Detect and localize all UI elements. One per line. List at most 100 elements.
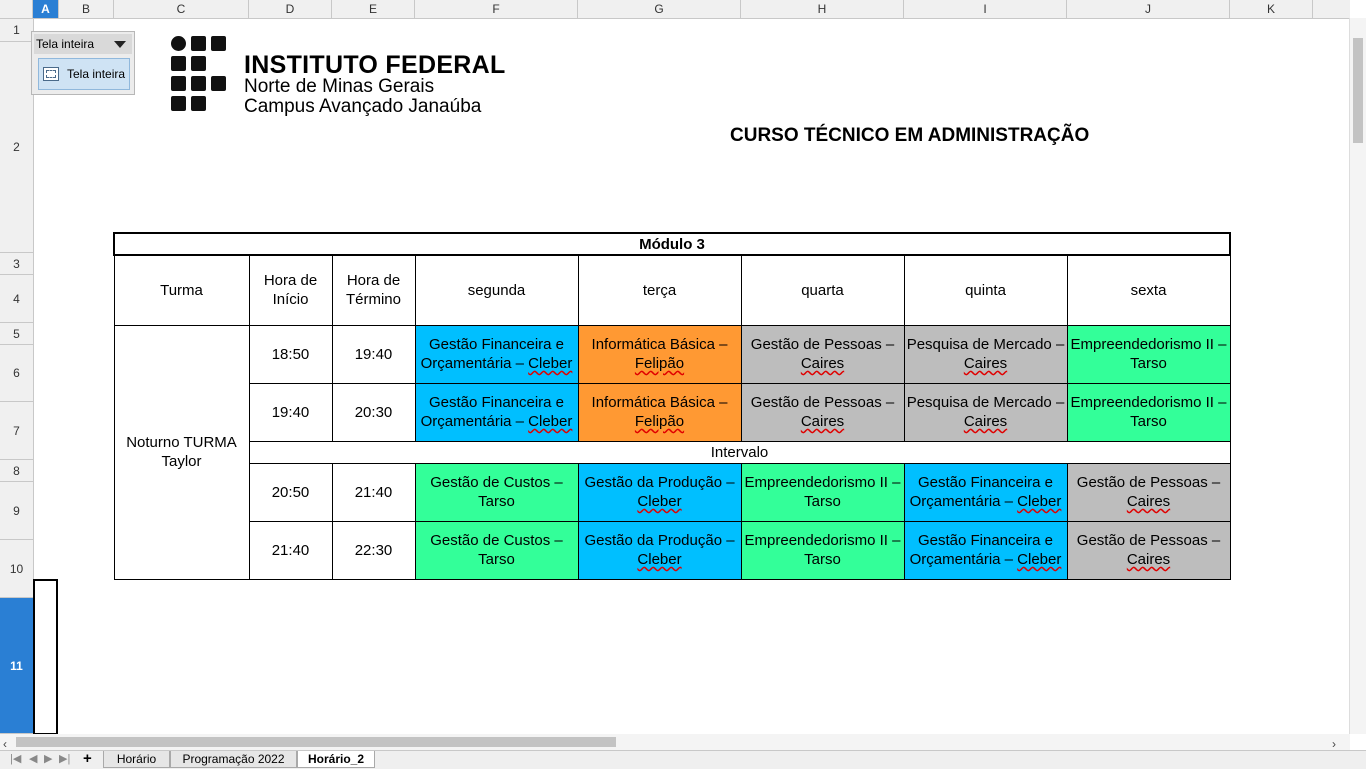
- fullscreen-toolbar-title[interactable]: Tela inteira: [34, 34, 132, 54]
- column-header-k[interactable]: K: [1230, 0, 1313, 18]
- column-header-b[interactable]: B: [59, 0, 114, 18]
- class-cell[interactable]: Gestão da Produção – Cleber: [577, 462, 742, 522]
- horizontal-scrollbar[interactable]: ‹ ›: [0, 734, 1350, 751]
- row-header-10[interactable]: 10: [0, 540, 33, 598]
- class-teacher: Cleber: [637, 551, 682, 568]
- class-teacher: Tarso: [804, 493, 841, 510]
- class-subject: Gestão de Pessoas –: [1076, 474, 1221, 491]
- class-cell[interactable]: Gestão de Pessoas – Caires: [740, 382, 905, 442]
- column-header-g[interactable]: G: [578, 0, 741, 18]
- end-time-cell[interactable]: 21:40: [331, 462, 416, 522]
- class-teacher: Cleber: [1017, 493, 1062, 510]
- class-cell[interactable]: Gestão de Custos – Tarso: [414, 520, 579, 580]
- sheet-tab-horario-2[interactable]: Horário_2: [297, 751, 375, 768]
- class-teacher: Tarso: [804, 551, 841, 568]
- institute-logo-icon: [171, 36, 233, 113]
- class-teacher: Cleber: [637, 493, 682, 510]
- sheet-tab-programacao-2022[interactable]: Programação 2022: [170, 751, 297, 768]
- class-subject: Empreendedorismo II –: [1070, 336, 1227, 353]
- header-day-segunda[interactable]: segunda: [414, 254, 579, 326]
- class-cell[interactable]: Pesquisa de Mercado – Caires: [903, 382, 1068, 442]
- class-cell[interactable]: Informática Básica – Felipão: [577, 382, 742, 442]
- start-time-cell[interactable]: 18:50: [248, 324, 333, 384]
- class-cell[interactable]: Empreendedorismo II – Tarso: [740, 462, 905, 522]
- column-header-c[interactable]: C: [114, 0, 249, 18]
- column-header-j[interactable]: J: [1067, 0, 1230, 18]
- column-header-d[interactable]: D: [249, 0, 332, 18]
- class-subject: Empreendedorismo II –: [744, 532, 901, 549]
- scroll-right-icon[interactable]: ›: [1332, 737, 1336, 751]
- start-time-cell[interactable]: 20:50: [248, 462, 333, 522]
- class-cell[interactable]: Empreendedorismo II – Tarso: [740, 520, 905, 580]
- row-header-9[interactable]: 9: [0, 482, 33, 540]
- class-subject: Informática Básica –: [591, 336, 728, 353]
- last-sheet-icon[interactable]: ▶|: [59, 752, 70, 765]
- class-cell[interactable]: Empreendedorismo II – Tarso: [1066, 382, 1231, 442]
- row-header-11[interactable]: 11: [0, 598, 33, 734]
- end-time-cell[interactable]: 20:30: [331, 382, 416, 442]
- row-header-1[interactable]: 1: [0, 19, 33, 42]
- column-header-f[interactable]: F: [415, 0, 578, 18]
- column-header-a[interactable]: A: [33, 0, 59, 18]
- class-teacher: Tarso: [1130, 355, 1167, 372]
- first-sheet-icon[interactable]: |◀: [10, 752, 21, 765]
- header-day-terca[interactable]: terça: [577, 254, 742, 326]
- class-teacher: Caires: [800, 413, 845, 430]
- class-cell[interactable]: Gestão de Pessoas – Caires: [1066, 520, 1231, 580]
- class-subject: Empreendedorismo II –: [744, 474, 901, 491]
- prev-sheet-icon[interactable]: ◀: [29, 752, 37, 765]
- row-header-6[interactable]: 6: [0, 345, 33, 402]
- header-hora-inicio[interactable]: Hora de Início: [248, 254, 333, 326]
- row-header-4[interactable]: 4: [0, 275, 33, 323]
- column-header-i[interactable]: I: [904, 0, 1067, 18]
- vertical-scroll-thumb[interactable]: [1353, 38, 1363, 143]
- sheet-tab-bar: |◀ ◀ ▶ ▶| + Horário Programação 2022 Hor…: [0, 750, 1366, 769]
- class-cell[interactable]: Gestão de Custos – Tarso: [414, 462, 579, 522]
- class-teacher: Tarso: [478, 493, 515, 510]
- class-teacher: Felipão: [634, 413, 685, 430]
- break-cell[interactable]: Intervalo: [248, 440, 1231, 464]
- end-time-cell[interactable]: 19:40: [331, 324, 416, 384]
- row-header-bar: 1 2 3 4 5 6 7 8 9 10 11: [0, 19, 34, 734]
- chevron-down-icon[interactable]: [114, 41, 126, 48]
- fullscreen-button[interactable]: Tela inteira: [38, 58, 130, 90]
- class-cell[interactable]: Pesquisa de Mercado – Caires: [903, 324, 1068, 384]
- select-all-corner[interactable]: [0, 0, 33, 18]
- scroll-left-icon[interactable]: ‹: [3, 737, 7, 751]
- class-cell[interactable]: Gestão Financeira e Orçamentária – Clebe…: [414, 324, 579, 384]
- column-header-h[interactable]: H: [741, 0, 904, 18]
- start-time-cell[interactable]: 19:40: [248, 382, 333, 442]
- row-header-5[interactable]: 5: [0, 323, 33, 345]
- row-header-8[interactable]: 8: [0, 460, 33, 482]
- row-header-3[interactable]: 3: [0, 253, 33, 275]
- header-day-quinta[interactable]: quinta: [903, 254, 1068, 326]
- header-turma[interactable]: Turma: [113, 254, 250, 326]
- horizontal-scroll-thumb[interactable]: [16, 737, 616, 747]
- turma-cell[interactable]: Noturno TURMA Taylor: [113, 324, 250, 580]
- end-time-cell[interactable]: 22:30: [331, 520, 416, 580]
- class-cell[interactable]: Gestão de Pessoas – Caires: [1066, 462, 1231, 522]
- row-header-2[interactable]: 2: [0, 42, 33, 253]
- class-cell[interactable]: Gestão de Pessoas – Caires: [740, 324, 905, 384]
- start-time-cell[interactable]: 21:40: [248, 520, 333, 580]
- sheet-tab-horario[interactable]: Horário: [103, 751, 170, 768]
- class-teacher: Felipão: [634, 355, 685, 372]
- class-cell[interactable]: Gestão Financeira e Orçamentária – Clebe…: [903, 520, 1068, 580]
- header-day-sexta[interactable]: sexta: [1066, 254, 1231, 326]
- class-cell[interactable]: Informática Básica – Felipão: [577, 324, 742, 384]
- class-cell[interactable]: Gestão Financeira e Orçamentária – Clebe…: [903, 462, 1068, 522]
- row-header-7[interactable]: 7: [0, 402, 33, 460]
- header-day-quarta[interactable]: quarta: [740, 254, 905, 326]
- class-cell[interactable]: Gestão Financeira e Orçamentária – Clebe…: [414, 382, 579, 442]
- vertical-scrollbar[interactable]: [1349, 18, 1366, 734]
- column-header-e[interactable]: E: [332, 0, 415, 18]
- selected-cell-a11[interactable]: [33, 579, 58, 735]
- next-sheet-icon[interactable]: ▶: [44, 752, 52, 765]
- class-subject: Gestão de Custos –: [430, 474, 563, 491]
- add-sheet-icon[interactable]: +: [83, 750, 92, 767]
- class-cell[interactable]: Empreendedorismo II – Tarso: [1066, 324, 1231, 384]
- module-title-cell[interactable]: Módulo 3: [113, 232, 1231, 256]
- class-teacher: Caires: [1126, 551, 1171, 568]
- class-cell[interactable]: Gestão da Produção – Cleber: [577, 520, 742, 580]
- header-hora-termino[interactable]: Hora de Término: [331, 254, 416, 326]
